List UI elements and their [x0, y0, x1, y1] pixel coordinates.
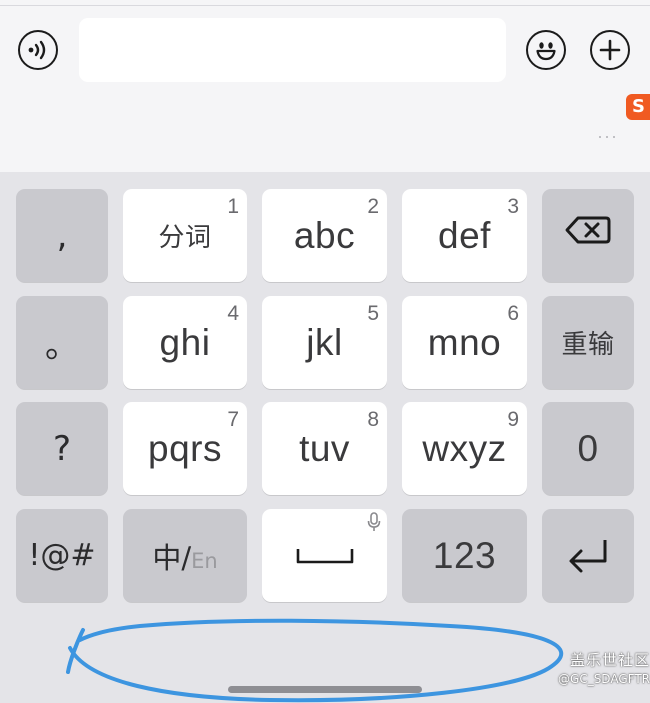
- key-number: 1: [227, 195, 239, 218]
- key-4-ghi[interactable]: 4 ghi: [123, 296, 247, 389]
- key-number: 4: [227, 302, 239, 325]
- key-label: def: [438, 214, 491, 256]
- key-number: 5: [367, 302, 379, 325]
- key-label: pqrs: [148, 427, 222, 469]
- microphone-icon: [367, 512, 381, 531]
- lang-en-label: En: [191, 548, 218, 573]
- voice-wave-icon: [28, 40, 46, 60]
- key-number: 3: [507, 195, 519, 218]
- retype-key[interactable]: 重输: [542, 296, 634, 389]
- key-label: wxyz: [422, 427, 507, 469]
- add-button[interactable]: [590, 30, 630, 70]
- key-7-pqrs[interactable]: 7 pqrs: [123, 402, 247, 495]
- key-label: tuv: [299, 427, 350, 469]
- key-label: ghi: [159, 321, 211, 363]
- home-indicator[interactable]: [228, 686, 422, 693]
- key-label: 。: [45, 326, 79, 366]
- backspace-key[interactable]: [542, 189, 634, 282]
- key-label: ?: [52, 428, 72, 469]
- comma-key[interactable]: ,: [16, 189, 108, 282]
- return-arrow-icon: [569, 539, 607, 572]
- key-label: 0: [577, 427, 599, 469]
- watermark: 盖乐世社区 @GC_SDAGFTR: [534, 650, 650, 688]
- symbols-key[interactable]: !@#: [16, 509, 108, 602]
- key-label: 中/En: [152, 535, 217, 577]
- key-5-jkl[interactable]: 5 jkl: [262, 296, 387, 389]
- key-label: jkl: [306, 321, 343, 363]
- smiley-face-icon: [536, 42, 556, 61]
- watermark-title: 盖乐世社区: [569, 651, 650, 669]
- enter-key[interactable]: [542, 509, 634, 602]
- voice-button[interactable]: [18, 30, 58, 70]
- input-toolbar: S ···: [0, 0, 650, 172]
- question-key[interactable]: ?: [16, 402, 108, 495]
- message-input[interactable]: [79, 18, 506, 82]
- key-label: !@#: [28, 538, 96, 573]
- key-label: 重输: [561, 330, 615, 360]
- key-number: 7: [227, 408, 239, 431]
- key-8-tuv[interactable]: 8 tuv: [262, 402, 387, 495]
- key-number: 8: [367, 408, 379, 431]
- key-label: 123: [432, 534, 497, 576]
- numbers-key[interactable]: 123: [402, 509, 527, 602]
- key-number: 9: [507, 408, 519, 431]
- backspace-icon: [565, 216, 611, 243]
- lang-zh-label: 中/: [152, 540, 192, 575]
- more-options-button[interactable]: ···: [597, 126, 618, 147]
- emoji-button[interactable]: [526, 30, 566, 70]
- zero-key[interactable]: 0: [542, 402, 634, 495]
- key-label: abc: [293, 214, 356, 256]
- space-bar-icon: [296, 548, 353, 563]
- language-switch-key[interactable]: 中/En: [123, 509, 247, 602]
- key-label: ,: [56, 215, 68, 256]
- period-key[interactable]: 。: [16, 296, 108, 389]
- divider: [0, 5, 650, 6]
- watermark-handle: @GC_SDAGFTR: [558, 672, 650, 686]
- key-label: 分词: [158, 223, 212, 253]
- key-number: 6: [507, 302, 519, 325]
- key-9-wxyz[interactable]: 9 wxyz: [402, 402, 527, 495]
- key-2-abc[interactable]: 2 abc: [262, 189, 387, 282]
- space-key[interactable]: [262, 509, 387, 602]
- sogou-logo-icon[interactable]: S: [626, 94, 650, 120]
- key-3-def[interactable]: 3 def: [402, 189, 527, 282]
- key-label: mno: [427, 321, 502, 363]
- plus-icon: [599, 39, 621, 61]
- key-1-fenci[interactable]: 1 分词: [123, 189, 247, 282]
- key-number: 2: [367, 195, 379, 218]
- key-6-mno[interactable]: 6 mno: [402, 296, 527, 389]
